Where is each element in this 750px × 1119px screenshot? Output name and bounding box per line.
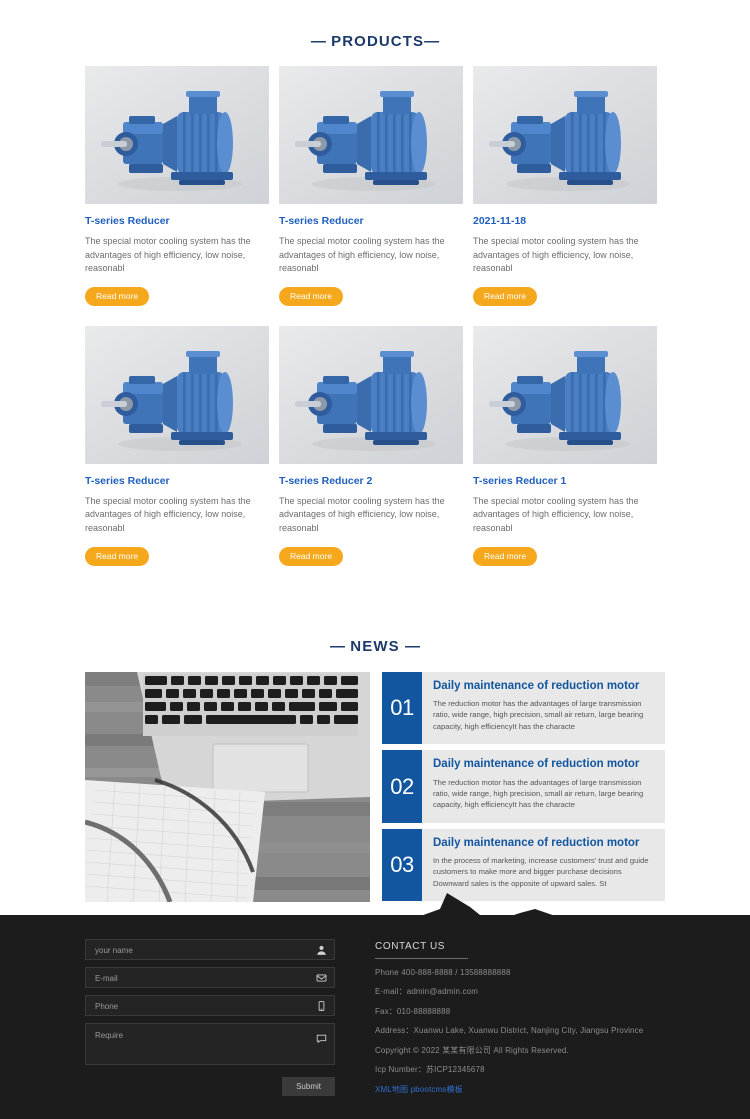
product-card[interactable]: T-series Reducer 1 The special motor coo… bbox=[473, 325, 657, 566]
envelope-icon bbox=[316, 973, 327, 982]
news-item-description: The reduction motor has the advantages o… bbox=[433, 699, 644, 731]
product-description: The special motor cooling system has the… bbox=[473, 235, 639, 274]
comment-icon bbox=[316, 1034, 327, 1044]
heading-dash-right: — bbox=[424, 33, 440, 50]
name-field-wrap[interactable] bbox=[85, 939, 335, 960]
news-list: 01 Daily maintenance of reduction motor … bbox=[382, 671, 665, 902]
footer: Submit CONTACT US Phone 400-888-8888 / 1… bbox=[0, 879, 750, 1119]
gear-motor-illustration bbox=[489, 91, 630, 191]
phone-input[interactable] bbox=[86, 997, 334, 1016]
footer-body: Submit CONTACT US Phone 400-888-8888 / 1… bbox=[0, 915, 750, 1119]
read-more-button[interactable]: Read more bbox=[279, 287, 344, 306]
product-description: The special motor cooling system has the… bbox=[85, 235, 251, 274]
gear-motor-illustration bbox=[295, 91, 436, 191]
read-more-button[interactable]: Read more bbox=[85, 287, 150, 306]
gear-motor-illustration bbox=[101, 91, 242, 191]
products-heading-text: PRODUCTS bbox=[331, 33, 425, 50]
user-icon bbox=[317, 945, 326, 955]
contact-phone: Phone 400-888-8888 / 13588888888 bbox=[375, 968, 511, 977]
name-input[interactable] bbox=[86, 941, 334, 960]
news-dash-right: — bbox=[404, 637, 420, 655]
read-more-button[interactable]: Read more bbox=[473, 287, 538, 306]
product-description: The special motor cooling system has the… bbox=[279, 235, 445, 274]
news-item-number: 01 bbox=[382, 671, 422, 745]
product-image[interactable] bbox=[85, 66, 269, 204]
phone-field-wrap[interactable] bbox=[85, 995, 335, 1016]
footer-inner: Submit CONTACT US Phone 400-888-8888 / 1… bbox=[85, 915, 665, 1097]
footer-bottom-link[interactable]: XML地图 pbootcms模板 bbox=[375, 1084, 463, 1095]
news-item-text: Daily maintenance of reduction motor The… bbox=[422, 750, 665, 823]
news-item-description: The reduction motor has the advantages o… bbox=[433, 777, 644, 810]
submit-button[interactable]: Submit bbox=[282, 1077, 335, 1096]
read-more-button[interactable]: Read more bbox=[85, 547, 150, 566]
require-field-wrap[interactable] bbox=[85, 1023, 335, 1065]
product-card[interactable]: T-series Reducer The special motor cooli… bbox=[85, 66, 269, 306]
products-heading: — PRODUCTS— bbox=[85, 33, 665, 50]
email-field-wrap[interactable] bbox=[85, 967, 335, 988]
product-title: T-series Reducer 2 bbox=[279, 474, 373, 487]
contact-us-heading: CONTACT US bbox=[375, 941, 665, 959]
product-title: T-series Reducer bbox=[85, 215, 170, 227]
news-heading-text: NEWS bbox=[350, 637, 400, 655]
news-feature-image[interactable] bbox=[85, 671, 370, 902]
read-more-button[interactable]: Read more bbox=[279, 547, 344, 566]
product-title: T-series Reducer bbox=[279, 215, 364, 227]
product-description: The special motor cooling system has the… bbox=[279, 495, 445, 534]
contact-form: Submit bbox=[85, 939, 335, 1097]
product-title: T-series Reducer bbox=[85, 474, 170, 487]
gear-motor-illustration bbox=[489, 350, 630, 451]
phone-icon bbox=[318, 1000, 325, 1011]
submit-row: Submit bbox=[85, 1076, 335, 1096]
contact-info: CONTACT US Phone 400-888-8888 / 13588888… bbox=[375, 939, 665, 1097]
product-image[interactable] bbox=[279, 66, 463, 204]
news-item[interactable]: 01 Daily maintenance of reduction motor … bbox=[382, 671, 665, 745]
require-textarea[interactable] bbox=[86, 1024, 334, 1064]
contact-email: E-mail：admin@admin.com bbox=[375, 987, 479, 997]
product-image[interactable] bbox=[85, 325, 269, 464]
product-card[interactable]: T-series Reducer 2 The special motor coo… bbox=[279, 325, 463, 566]
icp-number: Icp Number：苏ICP12345678 bbox=[375, 1064, 485, 1074]
news-item-title: Daily maintenance of reduction motor bbox=[433, 758, 640, 771]
products-section: — PRODUCTS— T-series Reducer The special… bbox=[85, 0, 665, 566]
product-card[interactable]: 2021-11-18 The special motor cooling sys… bbox=[473, 66, 657, 306]
contact-fax: Fax：010-88888888 bbox=[375, 1006, 451, 1016]
email-input[interactable] bbox=[86, 969, 334, 988]
news-body: 01 Daily maintenance of reduction motor … bbox=[85, 671, 665, 902]
news-item-title: Daily maintenance of reduction motor bbox=[433, 836, 640, 849]
read-more-button[interactable]: Read more bbox=[473, 547, 538, 566]
news-dash-left: — bbox=[330, 637, 346, 655]
heading-dash-left: — bbox=[310, 33, 326, 50]
page-root: — PRODUCTS— T-series Reducer The special… bbox=[0, 0, 750, 1119]
gear-motor-illustration bbox=[295, 350, 436, 451]
news-item-text: Daily maintenance of reduction motor The… bbox=[422, 672, 665, 745]
news-heading: — NEWS — bbox=[85, 638, 665, 655]
copyright-text: Copyright © 2022 某某有限公司 All Rights Reser… bbox=[375, 1045, 569, 1055]
product-title: 2021-11-18 bbox=[473, 215, 527, 227]
contact-address: Address：Xuanwu Lake, Xuanwu District, Na… bbox=[375, 1026, 644, 1036]
product-image[interactable] bbox=[473, 325, 657, 464]
gear-motor-illustration bbox=[101, 350, 242, 451]
news-section: — NEWS — 01 Daily maintenance of reducti… bbox=[85, 566, 665, 902]
news-item-number: 02 bbox=[382, 750, 422, 823]
news-item[interactable]: 02 Daily maintenance of reduction motor … bbox=[382, 750, 665, 823]
products-grid: T-series Reducer The special motor cooli… bbox=[85, 66, 665, 566]
product-image[interactable] bbox=[279, 325, 463, 464]
product-title: T-series Reducer 1 bbox=[473, 474, 567, 487]
product-card[interactable]: T-series Reducer The special motor cooli… bbox=[279, 66, 463, 306]
product-card[interactable]: T-series Reducer The special motor cooli… bbox=[85, 325, 269, 566]
laptop-notebook-photo bbox=[85, 671, 370, 902]
news-item-title: Daily maintenance of reduction motor bbox=[433, 679, 640, 692]
product-description: The special motor cooling system has the… bbox=[85, 495, 251, 534]
product-image[interactable] bbox=[473, 66, 657, 204]
product-description: The special motor cooling system has the… bbox=[473, 495, 639, 534]
